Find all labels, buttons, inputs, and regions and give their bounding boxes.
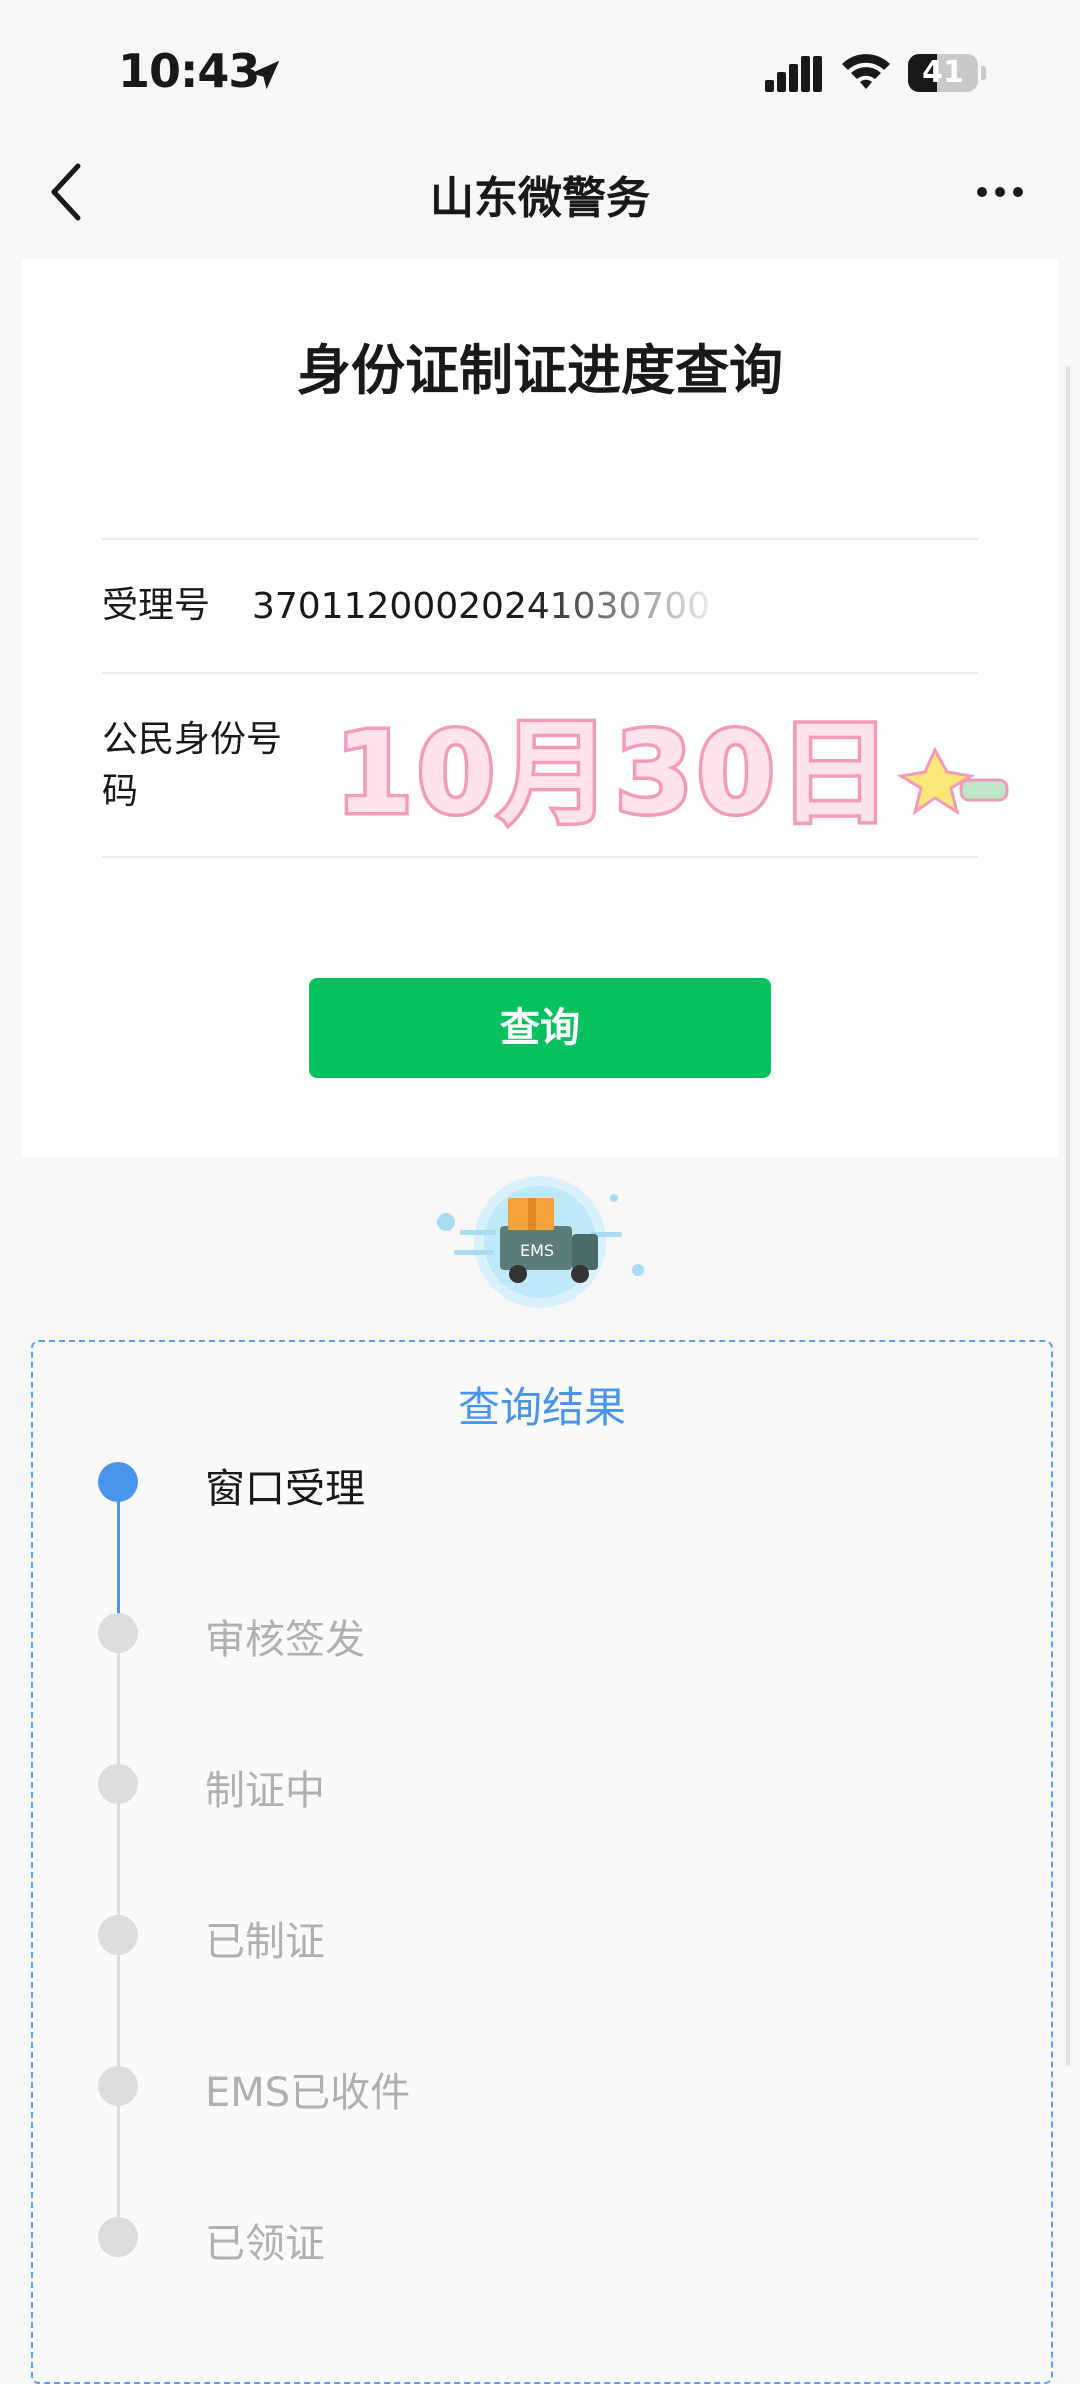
accept-no-label: 受理号: [102, 585, 211, 626]
battery-cap: [981, 66, 986, 80]
id-number-label: 公民身份号 码: [102, 714, 282, 818]
step-label: 审核签发: [205, 1617, 365, 1663]
step-label: 已领证: [205, 2221, 325, 2267]
date-sticker: 10月30日: [332, 706, 1009, 840]
timeline-connector: [117, 2086, 120, 2237]
status-time: 10:43: [118, 44, 260, 98]
step-label: EMS已收件: [205, 2070, 411, 2116]
result-title: 查询结果: [457, 1383, 626, 1432]
id-number-label-line2: 码: [102, 771, 139, 812]
delivery-truck-icon: EMS: [437, 1176, 644, 1308]
truck-ems-label: EMS: [520, 1241, 554, 1260]
timeline-connector: [117, 1784, 120, 1935]
step-label: 已制证: [205, 1919, 325, 1965]
battery-icon: 41: [908, 54, 978, 92]
query-button[interactable]: 查询: [309, 978, 771, 1078]
cellular-signal-icon: [765, 56, 822, 92]
nav-bar: 山东微警务: [0, 140, 1080, 260]
sticker-ribbon: [959, 778, 1009, 802]
step-dot: [98, 1915, 138, 1955]
accept-no-field[interactable]: 37011200020241030700: [252, 586, 752, 627]
timeline-connector: [117, 1935, 120, 2086]
divider: [102, 856, 978, 858]
step-dot: [98, 1764, 138, 1804]
step-label: 窗口受理: [205, 1466, 365, 1512]
id-number-label-line1: 公民身份号: [102, 719, 283, 760]
more-dots-icon[interactable]: [976, 180, 1024, 204]
location-arrow-icon: [250, 60, 280, 90]
step-dot: [98, 1462, 138, 1502]
divider: [102, 538, 978, 540]
nav-title: 山东微警务: [430, 173, 650, 224]
step-dot: [98, 2217, 138, 2257]
scrollbar[interactable]: [1066, 366, 1070, 2066]
wifi-icon: [842, 54, 890, 89]
divider: [102, 672, 978, 674]
step-label: 制证中: [205, 1768, 325, 1814]
query-result-box: 查询结果 窗口受理审核签发制证中已制证 EMS已收件 已领证: [31, 1340, 1053, 2384]
sparkle-star-icon: [896, 746, 976, 816]
step-dot: [98, 1613, 138, 1653]
timeline-connector: [117, 1633, 120, 1784]
battery-level: 41: [922, 55, 964, 90]
timeline-connector: [117, 1482, 120, 1633]
step-dot: [98, 2066, 138, 2106]
date-sticker-text: 10月30日: [335, 709, 895, 839]
page-title: 身份证制证进度查询: [297, 339, 783, 402]
status-bar: 10:43 41: [0, 0, 1080, 140]
